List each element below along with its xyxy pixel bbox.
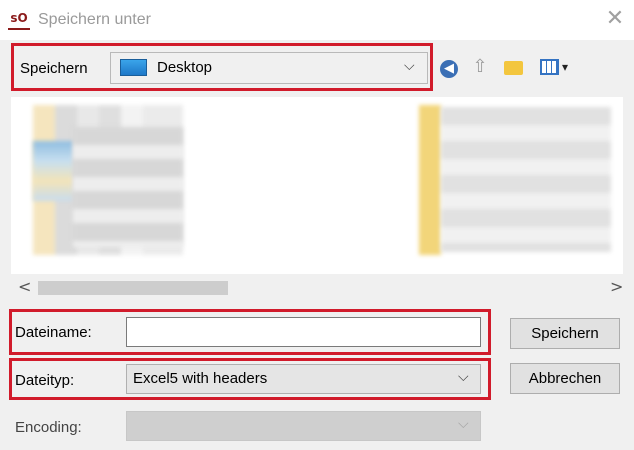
desktop-icon	[120, 59, 147, 76]
cancel-button[interactable]: Abbrechen	[510, 363, 620, 394]
up-folder-icon[interactable]: ⇧	[467, 54, 493, 80]
blurred-file-icons-left-2	[33, 141, 73, 201]
chevron-down-icon: ⌵	[458, 416, 469, 432]
location-label: Speichern	[20, 60, 88, 77]
scroll-right-icon[interactable]: >	[610, 277, 623, 296]
app-icon: sO	[8, 10, 30, 30]
save-button[interactable]: Speichern	[510, 318, 620, 349]
filetype-label: Dateityp:	[15, 372, 75, 389]
window-title: Speichern unter	[38, 11, 151, 28]
blurred-file-icons-right-2	[441, 107, 611, 252]
filename-input[interactable]	[126, 317, 481, 347]
view-menu-icon[interactable]: ▾	[538, 54, 574, 80]
scrollbar-thumb[interactable]	[38, 281, 228, 295]
blurred-file-icons-left-3	[73, 127, 183, 247]
chevron-down-icon[interactable]: ⌵	[404, 58, 415, 74]
close-button[interactable]: ✕	[604, 8, 626, 30]
scroll-left-icon[interactable]: <	[18, 277, 31, 296]
encoding-label: Encoding:	[15, 419, 82, 436]
new-folder-icon[interactable]	[500, 54, 526, 80]
chevron-down-icon[interactable]: ⌵	[458, 369, 469, 385]
filetype-value: Excel5 with headers	[133, 370, 268, 387]
file-list[interactable]	[11, 97, 623, 274]
filename-label: Dateiname:	[15, 324, 92, 341]
blurred-file-icons-right	[419, 105, 441, 255]
location-value: Desktop	[157, 59, 213, 76]
encoding-dropdown	[126, 411, 481, 441]
back-icon[interactable]: ◀	[436, 54, 462, 80]
